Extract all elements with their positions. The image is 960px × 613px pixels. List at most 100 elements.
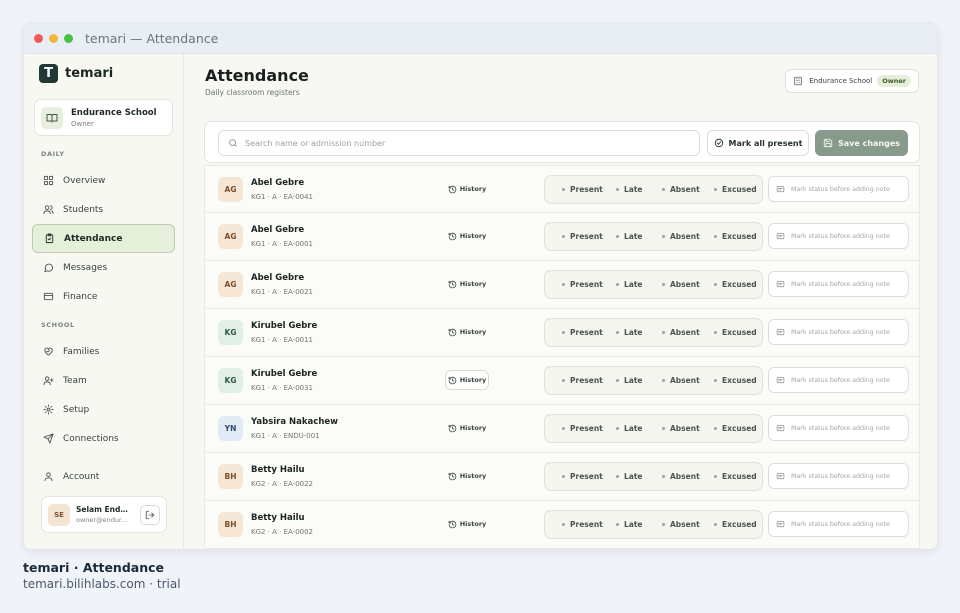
- avatar: KG: [218, 320, 243, 345]
- status-option-excused[interactable]: Excused: [714, 232, 757, 241]
- status-option-absent[interactable]: Absent: [662, 280, 700, 289]
- history-button[interactable]: History: [445, 370, 489, 390]
- mark-all-present-button[interactable]: Mark all present: [707, 130, 809, 156]
- status-option-absent[interactable]: Absent: [662, 376, 700, 385]
- sidebar-item-label: Families: [63, 346, 100, 357]
- note-input[interactable]: Mark status before adding note: [768, 415, 909, 441]
- history-button[interactable]: History: [445, 418, 489, 438]
- status-selector: Present Late Absent Excused: [544, 510, 763, 539]
- status-option-late[interactable]: Late: [616, 185, 643, 194]
- daily-nav: Overview Students Attendance Messages Financ…: [24, 166, 183, 311]
- logout-button[interactable]: [140, 504, 160, 525]
- sidebar-item-setup[interactable]: Setup: [32, 395, 175, 424]
- history-icon: [448, 232, 456, 240]
- logout-icon: [145, 510, 155, 519]
- status-selector: Present Late Absent Excused: [544, 318, 763, 347]
- sidebar-item-account[interactable]: Account: [32, 462, 175, 491]
- status-option-late[interactable]: Late: [616, 232, 643, 241]
- history-icon: [448, 520, 456, 528]
- status-option-excused[interactable]: Excused: [714, 376, 757, 385]
- history-button[interactable]: History: [445, 274, 489, 294]
- note-input[interactable]: Mark status before adding note: [768, 367, 909, 393]
- note-icon: [776, 280, 785, 287]
- status-option-present[interactable]: Present: [562, 424, 603, 433]
- note-icon: [776, 376, 785, 383]
- bullet-icon: [662, 331, 665, 334]
- history-button[interactable]: History: [445, 179, 489, 199]
- sidebar-item-connections[interactable]: Connections: [32, 424, 175, 453]
- caption-subtitle: temari.bilihlabs.com · trial: [23, 577, 181, 591]
- status-option-present[interactable]: Present: [562, 472, 603, 481]
- section-label-daily: DAILY: [41, 150, 65, 158]
- note-input[interactable]: Mark status before adding note: [768, 223, 909, 249]
- note-input[interactable]: Mark status before adding note: [768, 176, 909, 202]
- bullet-icon: [714, 283, 717, 286]
- chat-icon: [42, 262, 54, 274]
- student-meta: KG1 · A · EA-0011: [251, 336, 314, 344]
- bullet-icon: [562, 523, 565, 526]
- status-option-late[interactable]: Late: [616, 280, 643, 289]
- status-option-late[interactable]: Late: [616, 472, 643, 481]
- sidebar-item-students[interactable]: Students: [32, 195, 175, 224]
- history-button[interactable]: History: [445, 226, 489, 246]
- sidebar-item-finance[interactable]: Finance: [32, 282, 175, 311]
- status-option-absent[interactable]: Absent: [662, 472, 700, 481]
- search-input[interactable]: Search name or admission number: [218, 130, 700, 156]
- sidebar-item-team[interactable]: Team: [32, 366, 175, 395]
- table-row: BH Betty Hailu KG2 · A · EA-0002 History Pre…: [204, 501, 920, 549]
- status-option-absent[interactable]: Absent: [662, 520, 700, 529]
- note-input[interactable]: Mark status before adding note: [768, 271, 909, 297]
- sidebar-item-messages[interactable]: Messages: [32, 253, 175, 282]
- save-changes-button[interactable]: Save changes: [815, 130, 908, 156]
- clipboard-check-icon: [43, 233, 55, 245]
- status-option-present[interactable]: Present: [562, 376, 603, 385]
- history-button[interactable]: History: [445, 322, 489, 342]
- status-option-absent[interactable]: Absent: [662, 185, 700, 194]
- status-option-late[interactable]: Late: [616, 520, 643, 529]
- bullet-icon: [616, 331, 619, 334]
- history-button[interactable]: History: [445, 514, 489, 534]
- status-option-excused[interactable]: Excused: [714, 280, 757, 289]
- status-option-absent[interactable]: Absent: [662, 328, 700, 337]
- status-option-excused[interactable]: Excused: [714, 424, 757, 433]
- minimize-window-button[interactable]: [49, 34, 58, 43]
- status-option-late[interactable]: Late: [616, 328, 643, 337]
- status-option-absent[interactable]: Absent: [662, 424, 700, 433]
- status-selector: Present Late Absent Excused: [544, 366, 763, 395]
- caption: temari · Attendance temari.bilihlabs.com…: [23, 560, 181, 591]
- status-option-present[interactable]: Present: [562, 520, 603, 529]
- send-icon: [42, 433, 54, 445]
- student-meta: KG1 · A · EA-0041: [251, 193, 314, 201]
- school-chip[interactable]: Endurance School Owner: [785, 69, 919, 93]
- school-switcher[interactable]: Endurance School Owner: [34, 99, 173, 136]
- note-input[interactable]: Mark status before adding note: [768, 319, 909, 345]
- status-option-late[interactable]: Late: [616, 424, 643, 433]
- sidebar-item-overview[interactable]: Overview: [32, 166, 175, 195]
- status-option-present[interactable]: Present: [562, 185, 603, 194]
- table-row: KG Kirubel Gebre KG1 · A · EA-0011 History P…: [204, 309, 920, 357]
- sidebar-item-families[interactable]: Families: [32, 337, 175, 366]
- bullet-icon: [662, 188, 665, 191]
- history-button[interactable]: History: [445, 466, 489, 486]
- school-name: Endurance School: [71, 107, 157, 118]
- gear-icon: [42, 404, 54, 416]
- note-input[interactable]: Mark status before adding note: [768, 463, 909, 489]
- status-option-late[interactable]: Late: [616, 376, 643, 385]
- status-option-present[interactable]: Present: [562, 232, 603, 241]
- status-option-present[interactable]: Present: [562, 328, 603, 337]
- status-option-excused[interactable]: Excused: [714, 185, 757, 194]
- note-input[interactable]: Mark status before adding note: [768, 511, 909, 537]
- table-row: AG Abel Gebre KG1 · A · EA-0001 History Pres…: [204, 213, 920, 261]
- status-option-excused[interactable]: Excused: [714, 472, 757, 481]
- bullet-icon: [562, 427, 565, 430]
- status-option-present[interactable]: Present: [562, 280, 603, 289]
- status-option-excused[interactable]: Excused: [714, 520, 757, 529]
- status-option-excused[interactable]: Excused: [714, 328, 757, 337]
- building-icon: [794, 76, 802, 86]
- sidebar-item-attendance[interactable]: Attendance: [32, 224, 175, 253]
- close-window-button[interactable]: [34, 34, 43, 43]
- status-option-absent[interactable]: Absent: [662, 232, 700, 241]
- bullet-icon: [562, 331, 565, 334]
- maximize-window-button[interactable]: [64, 34, 73, 43]
- bullet-icon: [714, 427, 717, 430]
